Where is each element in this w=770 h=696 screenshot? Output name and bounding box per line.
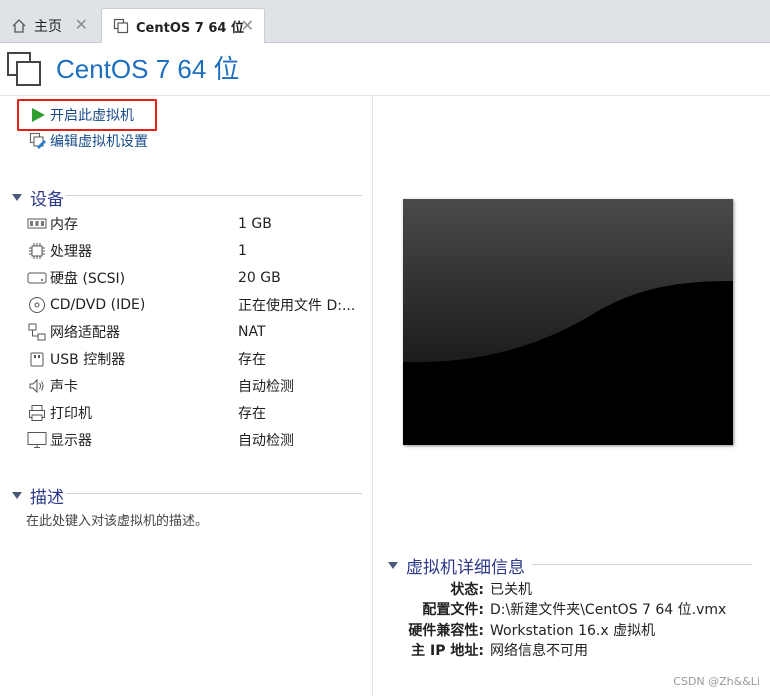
detail-key: 配置文件:: [422, 601, 484, 618]
device-row-display[interactable]: 显示器 自动检测: [26, 426, 366, 453]
printer-icon: [26, 403, 48, 423]
collapse-triangle-icon: [12, 194, 22, 201]
devices-section-header[interactable]: 设备: [12, 185, 64, 210]
device-row-sound[interactable]: 声卡 自动检测: [26, 372, 366, 399]
panel-divider: [372, 96, 373, 696]
collapse-triangle-icon: [12, 492, 22, 499]
detail-key: 硬件兼容性:: [408, 622, 484, 639]
section-divider: [66, 493, 362, 494]
detail-row-config-file: 配置文件: D:\新建文件夹\CentOS 7 64 位.vmx: [380, 598, 770, 619]
details-section-header[interactable]: 虚拟机详细信息: [388, 553, 525, 578]
device-name: 打印机: [50, 405, 92, 422]
detail-row-compatibility: 硬件兼容性: Workstation 16.x 虚拟机: [380, 619, 770, 640]
detail-row-state: 状态: 已关机: [380, 578, 770, 599]
device-name: USB 控制器: [50, 351, 126, 368]
device-value: NAT: [238, 323, 266, 340]
watermark: CSDN @Zh&&Li: [673, 675, 760, 688]
device-row-memory[interactable]: 内存 1 GB: [26, 210, 366, 237]
detail-value: Workstation 16.x 虚拟机: [490, 622, 656, 639]
detail-row-ip: 主 IP 地址: 网络信息不可用: [380, 639, 770, 660]
disk-icon: [26, 268, 48, 288]
vm-icon: [112, 17, 130, 35]
tab-centos-label: CentOS 7 64 位: [136, 20, 244, 36]
device-value: 存在: [238, 405, 266, 422]
device-name: 处理器: [50, 243, 92, 260]
usb-icon: [26, 349, 48, 369]
device-row-network[interactable]: 网络适配器 NAT: [26, 318, 366, 345]
device-value: 存在: [238, 351, 266, 368]
description-text[interactable]: 在此处键入对该虚拟机的描述。: [26, 510, 208, 529]
tab-home-label: 主页: [34, 18, 62, 35]
highlight-box: [17, 99, 157, 131]
device-row-usb[interactable]: USB 控制器 存在: [26, 345, 366, 372]
section-divider: [66, 195, 362, 196]
device-name: CD/DVD (IDE): [50, 296, 146, 313]
device-row-printer[interactable]: 打印机 存在: [26, 399, 366, 426]
device-value: 20 GB: [238, 269, 281, 286]
device-row-cdrom[interactable]: CD/DVD (IDE) 正在使用文件 D:...: [26, 291, 366, 318]
tab-home[interactable]: 主页 ✕: [0, 8, 98, 43]
edit-settings-icon: [28, 131, 48, 151]
page-title: CentOS 7 64 位: [56, 54, 240, 84]
monitor-icon: [26, 430, 48, 450]
device-row-disk[interactable]: 硬盘 (SCSI) 20 GB: [26, 264, 366, 291]
tab-bar: 主页 ✕ CentOS 7 64 位 ✕: [0, 0, 770, 43]
device-value: 自动检测: [238, 432, 294, 449]
network-icon: [26, 322, 48, 342]
detail-value: 网络信息不可用: [490, 642, 588, 659]
device-value: 自动检测: [238, 378, 294, 395]
device-name: 内存: [50, 216, 78, 233]
speaker-icon: [26, 376, 48, 396]
device-name: 网络适配器: [50, 324, 120, 341]
detail-key: 主 IP 地址:: [411, 642, 484, 659]
edit-settings-label: 编辑虚拟机设置: [50, 134, 148, 150]
cpu-icon: [26, 241, 48, 261]
details-heading: 虚拟机详细信息: [406, 558, 525, 578]
description-section-header[interactable]: 描述: [12, 483, 64, 508]
edit-settings-button[interactable]: 编辑虚拟机设置: [28, 131, 148, 151]
device-value: 1 GB: [238, 215, 272, 232]
device-row-cpu[interactable]: 处理器 1: [26, 237, 366, 264]
description-heading: 描述: [30, 488, 64, 508]
device-value: 1: [238, 242, 247, 259]
device-name: 声卡: [50, 378, 78, 395]
memory-icon: [26, 214, 48, 234]
close-icon[interactable]: ✕: [75, 15, 88, 34]
section-divider: [532, 564, 752, 565]
vm-preview-thumbnail[interactable]: [403, 199, 733, 445]
device-name: 显示器: [50, 432, 92, 449]
detail-value: 已关机: [490, 581, 532, 598]
header-divider: [0, 95, 770, 96]
cdrom-icon: [26, 295, 48, 315]
device-name: 硬盘 (SCSI): [50, 270, 126, 287]
close-icon[interactable]: ✕: [241, 16, 254, 35]
home-icon: [10, 17, 28, 35]
detail-key: 状态:: [450, 581, 484, 598]
vm-icon: [6, 51, 42, 87]
devices-heading: 设备: [30, 190, 64, 210]
device-value: 正在使用文件 D:...: [238, 297, 356, 314]
tab-centos[interactable]: CentOS 7 64 位 ✕: [101, 8, 265, 43]
collapse-triangle-icon: [388, 562, 398, 569]
detail-value: D:\新建文件夹\CentOS 7 64 位.vmx: [490, 601, 727, 618]
